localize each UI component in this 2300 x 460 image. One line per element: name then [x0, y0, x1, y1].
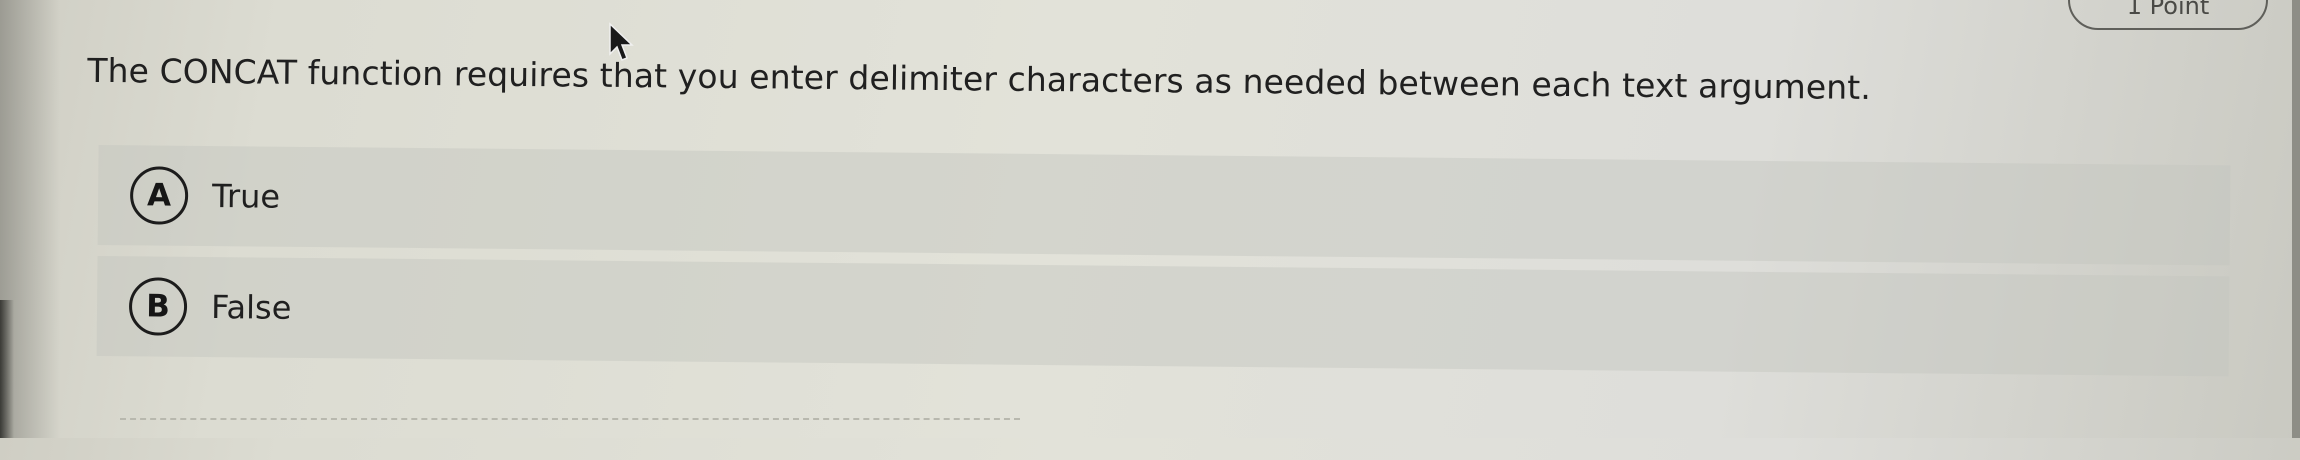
- divider: [120, 418, 1020, 420]
- mouse-pointer-icon: [609, 22, 634, 61]
- question-container: The CONCAT function requires that you en…: [0, 0, 2300, 460]
- option-b-false[interactable]: B False: [96, 255, 2230, 377]
- option-letter-circle: B: [128, 277, 188, 336]
- option-a-true[interactable]: A True: [97, 144, 2231, 266]
- option-letter-circle: A: [129, 166, 189, 225]
- question-text: The CONCAT function requires that you en…: [87, 50, 1872, 107]
- option-label: True: [211, 177, 281, 216]
- option-label: False: [210, 288, 292, 327]
